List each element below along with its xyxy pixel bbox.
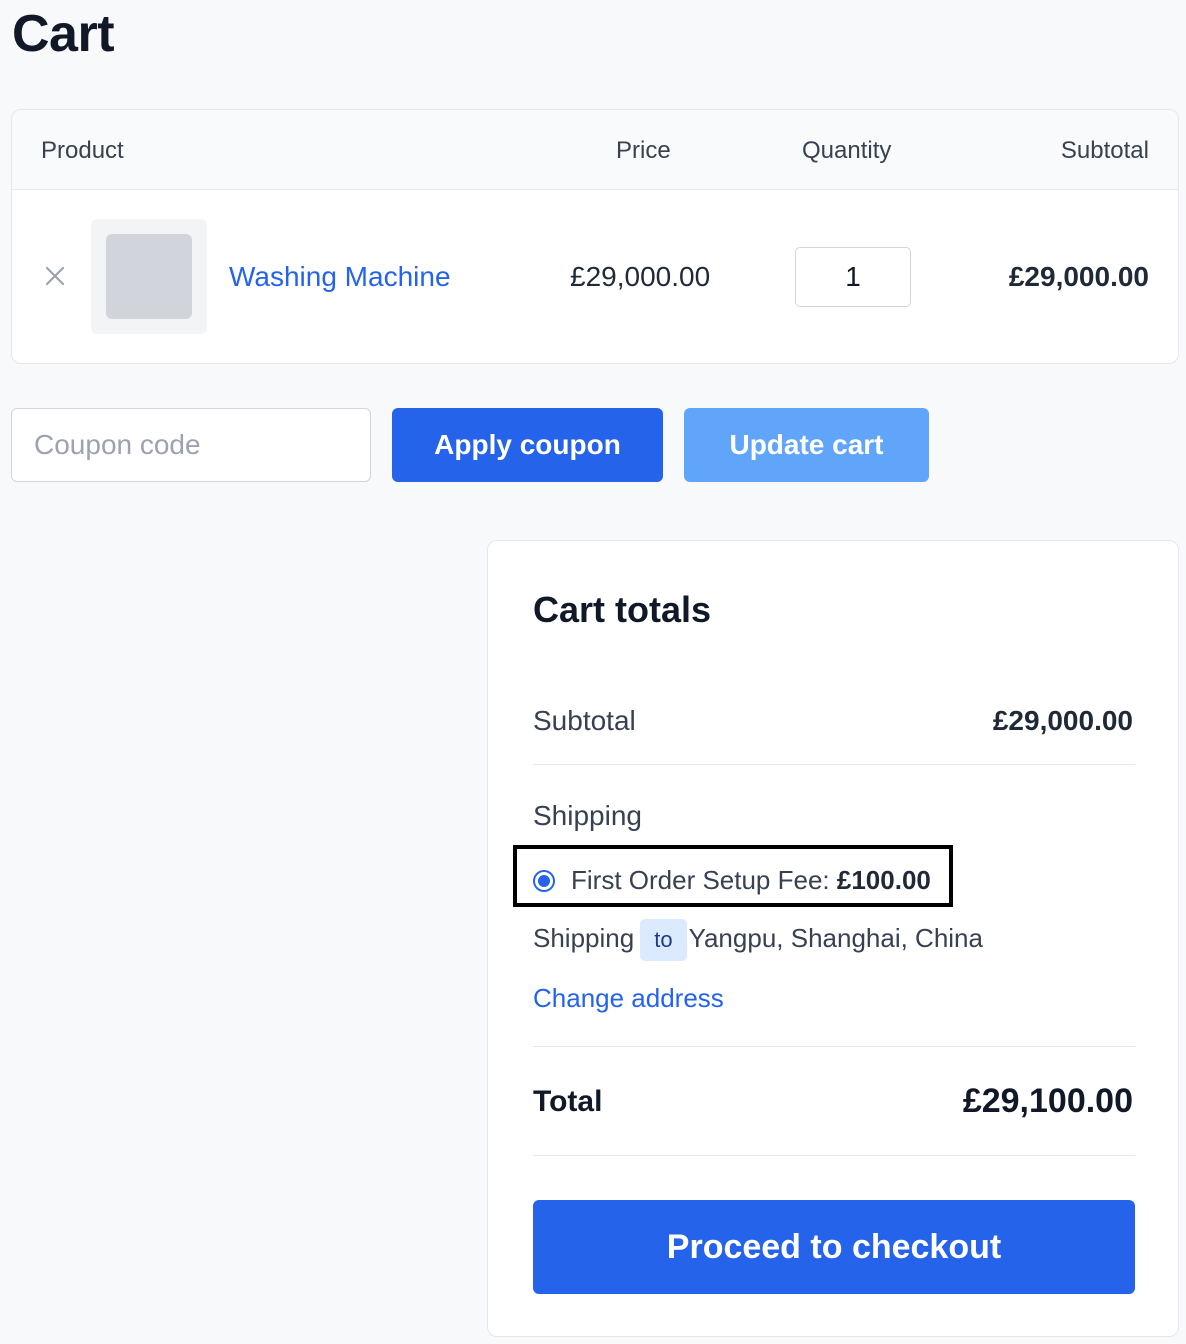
page-title: Cart bbox=[12, 5, 115, 63]
total-label: Total bbox=[533, 1085, 603, 1118]
remove-item-button[interactable] bbox=[42, 263, 68, 289]
header-product: Product bbox=[41, 137, 124, 164]
header-subtotal: Subtotal bbox=[1060, 137, 1149, 164]
divider bbox=[533, 1155, 1135, 1156]
coupon-code-input[interactable] bbox=[11, 408, 371, 482]
change-address-link[interactable]: Change address bbox=[533, 981, 724, 1015]
shipping-label: Shipping bbox=[533, 800, 642, 831]
product-thumbnail[interactable] bbox=[91, 219, 207, 334]
row-subtotal: £29,000.00 bbox=[1008, 261, 1149, 292]
shipping-option-price: £100.00 bbox=[836, 865, 931, 895]
shipping-destination-prefix: Shipping bbox=[533, 922, 635, 953]
product-name-link[interactable]: Washing Machine bbox=[229, 260, 451, 294]
to-badge: to bbox=[640, 919, 687, 961]
divider bbox=[533, 1046, 1135, 1047]
update-cart-button[interactable]: Update cart bbox=[684, 408, 929, 482]
shipping-option-label: First Order Setup Fee: bbox=[571, 865, 830, 895]
apply-coupon-button[interactable]: Apply coupon bbox=[392, 408, 663, 482]
close-icon bbox=[45, 266, 65, 286]
product-image-placeholder bbox=[106, 234, 192, 319]
quantity-input[interactable] bbox=[795, 247, 911, 307]
cart-table: Product Price Quantity Subtotal Washing … bbox=[11, 109, 1179, 364]
header-price: Price bbox=[616, 137, 671, 164]
cart-totals-card: Cart totals Subtotal £29,000.00 Shipping… bbox=[487, 540, 1179, 1337]
header-quantity: Quantity bbox=[802, 137, 892, 164]
subtotal-label: Subtotal bbox=[533, 705, 636, 736]
proceed-to-checkout-button[interactable]: Proceed to checkout bbox=[533, 1200, 1135, 1294]
shipping-option[interactable]: First Order Setup Fee: £100.00 bbox=[513, 845, 953, 907]
product-price: £29,000.00 bbox=[570, 261, 711, 292]
shipping-option-text: First Order Setup Fee: £100.00 bbox=[571, 865, 931, 895]
table-header: Product Price Quantity Subtotal bbox=[12, 110, 1178, 190]
cart-totals-title: Cart totals bbox=[533, 589, 712, 630]
divider bbox=[533, 764, 1135, 765]
shipping-destination: Shipping to Yangpu, Shanghai, China bbox=[533, 919, 983, 961]
shipping-destination-location: Yangpu, Shanghai, China bbox=[688, 922, 983, 953]
total-value: £29,100.00 bbox=[962, 1082, 1133, 1120]
subtotal-value: £29,000.00 bbox=[992, 705, 1133, 736]
radio-selected-icon[interactable] bbox=[533, 870, 555, 892]
